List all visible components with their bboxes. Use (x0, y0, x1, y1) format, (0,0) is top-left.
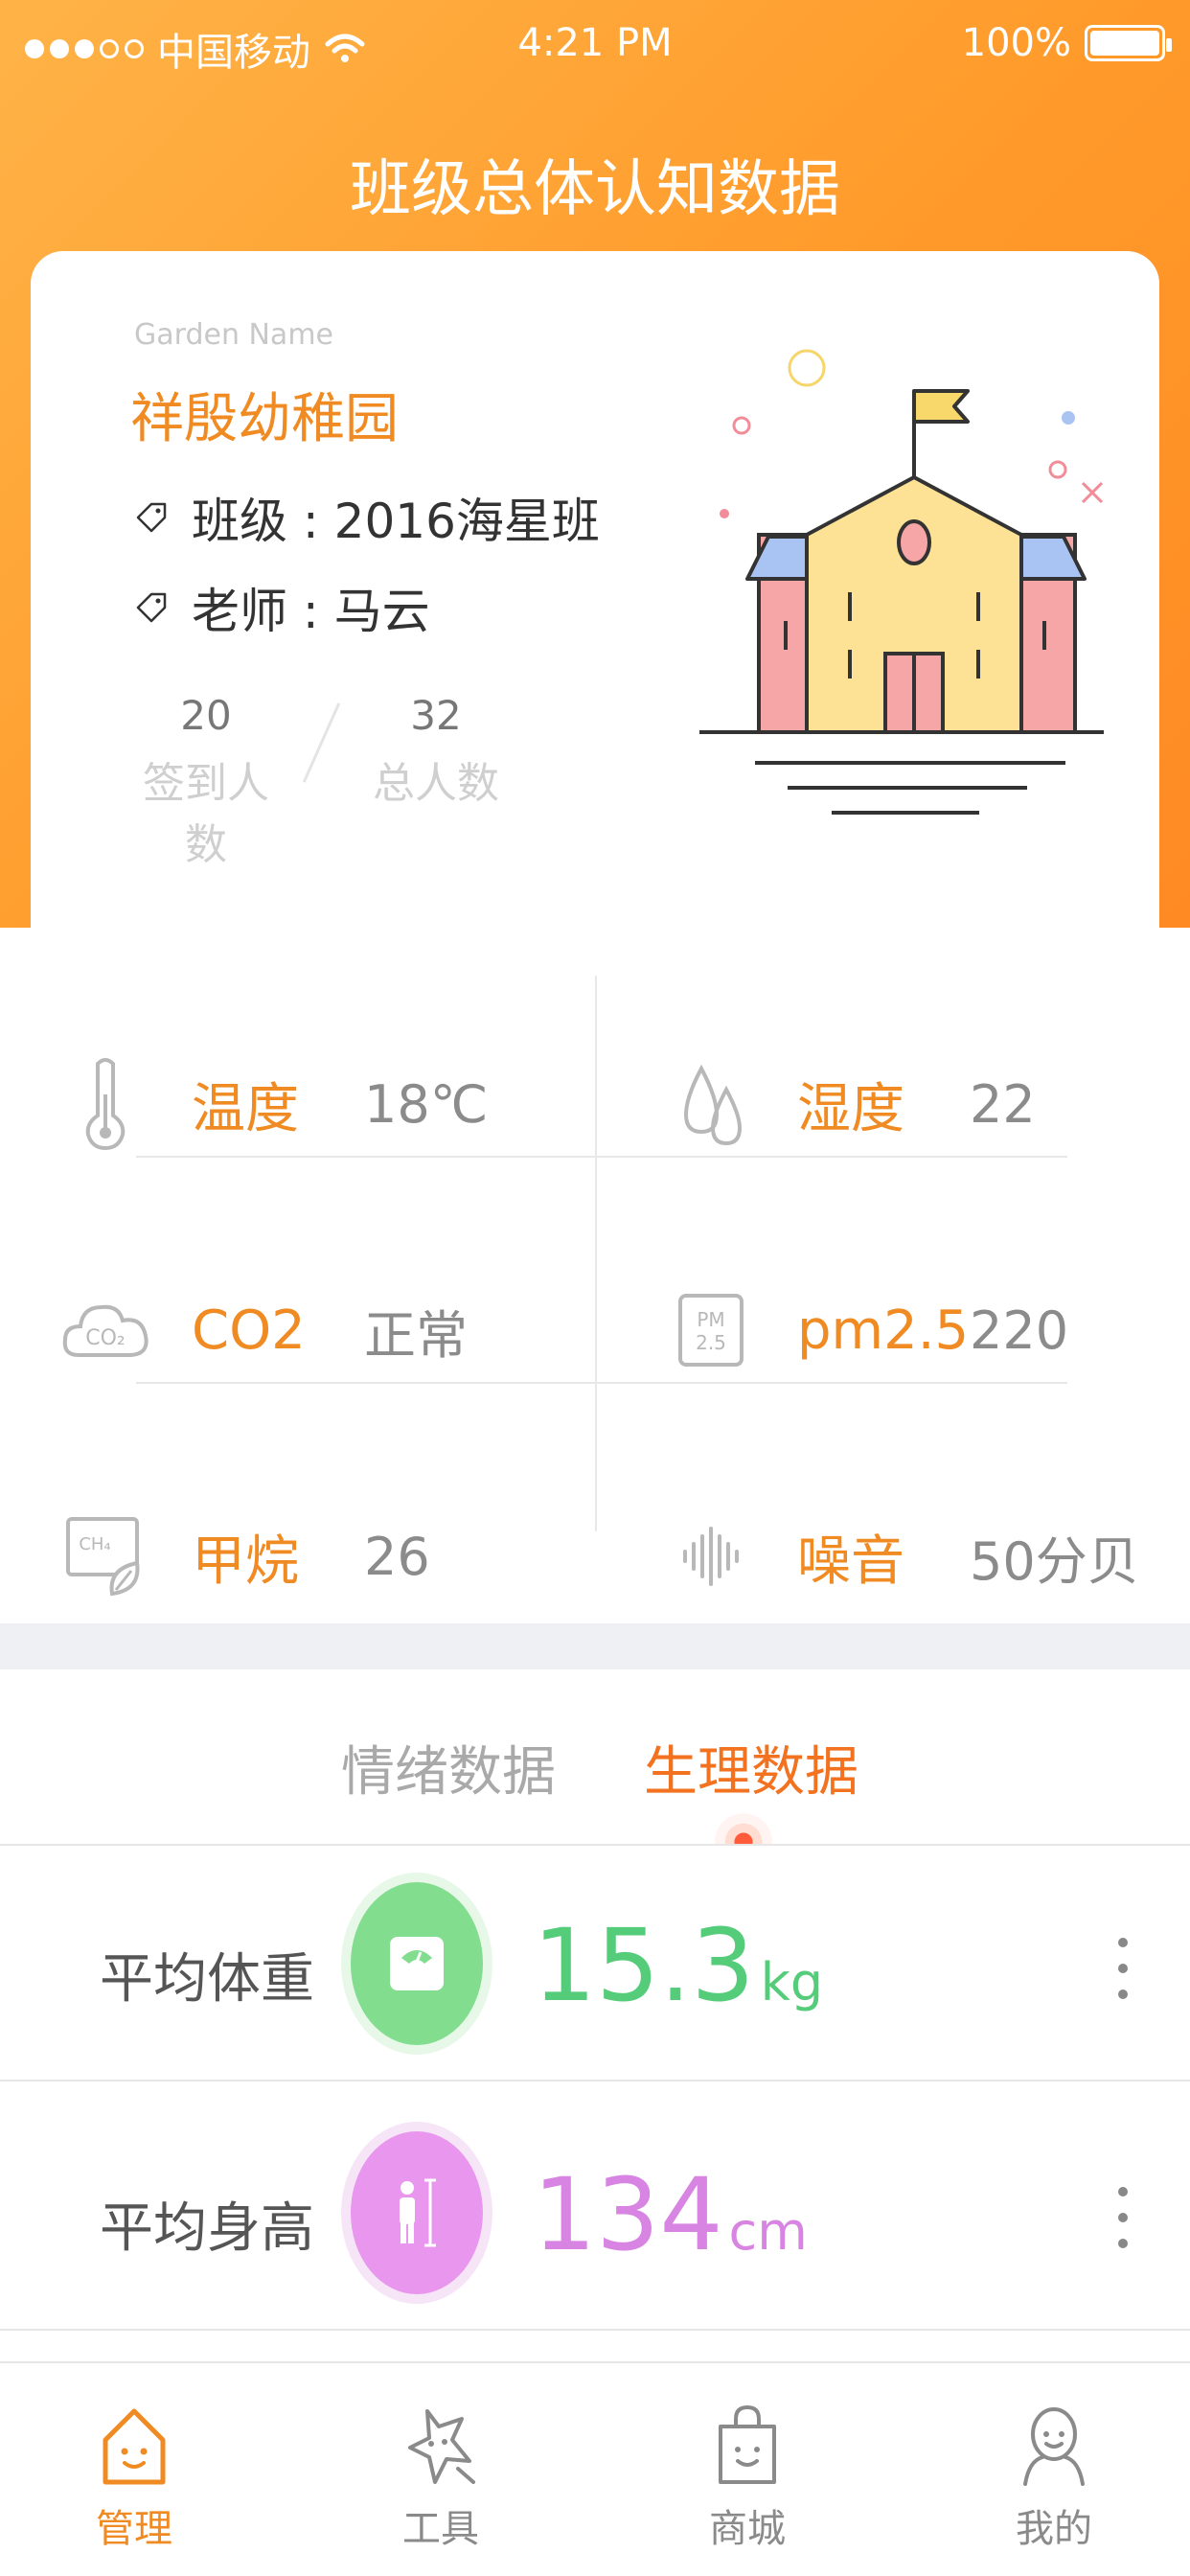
data-tabs: 情绪数据 生理数据 (0, 1669, 1190, 1871)
env-label: CO2 (192, 1299, 306, 1362)
total-count: 32 总人数 (364, 692, 508, 810)
tab-shop[interactable]: 商城 (652, 2402, 843, 2553)
env-label: 甲烷 (192, 1530, 299, 1593)
metric-value: 134 cm (533, 2156, 808, 2273)
thermometer-icon (57, 1056, 153, 1152)
env-value: 18℃ (364, 1073, 489, 1135)
tab-label: 商城 (709, 2507, 786, 2551)
env-pm25[interactable]: PM 2.5 pm2.5 220 (663, 1273, 1068, 1388)
grid-divider-vertical (595, 976, 597, 1531)
page-title: 班级总体认知数据 (350, 154, 840, 225)
env-value: 22 (970, 1073, 1036, 1135)
co2-cloud-icon: CO₂ (57, 1282, 153, 1378)
metric-icon-badge (341, 2122, 492, 2304)
tab-manage[interactable]: 管理 (38, 2402, 230, 2553)
env-co2[interactable]: CO₂ CO2 正常 (57, 1273, 468, 1388)
methane-icon: CH₄ (57, 1508, 153, 1604)
scale-icon (390, 1937, 444, 1990)
teacher-info: 老师 : 马云 (134, 573, 430, 642)
env-methane[interactable]: CH₄ 甲烷 26 (57, 1499, 430, 1614)
environment-grid: 温度 18℃ 湿度 22 CO₂ CO2 正常 PM2.5 pm2.5 220 (0, 928, 1190, 1623)
env-label: 温度 (192, 1077, 299, 1140)
bottom-tab-bar: 管理 工具 商城 我的 (0, 2361, 1190, 2576)
status-right: 100% (961, 21, 1172, 65)
env-value: 26 (364, 1526, 430, 1587)
env-temperature[interactable]: 温度 18℃ (57, 1046, 488, 1162)
garden-caption: Garden Name (134, 318, 333, 352)
garden-card: Garden Name 祥殷幼稚园 班级 : 2016海星班 老师 : 马云 2… (31, 251, 1159, 928)
status-bar: 中国移动 4:21 PM 100% (0, 0, 1190, 92)
tag-icon (136, 502, 167, 533)
home-icon (103, 2408, 166, 2485)
garden-name: 祥殷幼稚园 (130, 388, 399, 450)
svg-text:CH₄: CH₄ (79, 1534, 110, 1554)
height-ruler-icon (400, 2178, 436, 2247)
row-divider (0, 2329, 1190, 2331)
class-label: 班级 : 2016海星班 (192, 494, 600, 549)
tab-label: 我的 (1016, 2507, 1092, 2551)
env-label: pm2.5 (797, 1299, 970, 1362)
attendance-counts: 20 签到人数 32 总人数 (134, 692, 508, 871)
env-label: 湿度 (797, 1077, 904, 1140)
tab-mine[interactable]: 我的 (958, 2402, 1150, 2553)
teacher-label: 老师 : 马云 (192, 584, 430, 639)
tools-star-icon (408, 2409, 475, 2484)
checked-in-number: 20 (180, 692, 232, 739)
svg-text:CO₂: CO₂ (85, 1326, 126, 1350)
more-options-icon[interactable] (1115, 2187, 1131, 2248)
row-divider (0, 2080, 1190, 2082)
pm25-icon: PM 2.5 (663, 1282, 759, 1378)
env-value: 50分贝 (970, 1530, 1139, 1592)
water-drops-icon (663, 1056, 759, 1152)
metric-label: 平均身高 (100, 2197, 314, 2260)
metric-label: 平均体重 (100, 1948, 314, 2011)
env-value: 正常 (364, 1304, 468, 1366)
school-building-illustration (699, 349, 1104, 815)
profile-icon (1023, 2407, 1085, 2486)
env-label: 噪音 (797, 1530, 904, 1593)
total-number: 32 (410, 692, 462, 739)
class-info: 班级 : 2016海星班 (134, 483, 600, 552)
app-screen: 中国移动 4:21 PM 100% 班级总体认知数据 Garden Name 祥… (0, 0, 1190, 2576)
tab-tools[interactable]: 工具 (345, 2402, 537, 2553)
section-separator (0, 1623, 1190, 1669)
env-humidity[interactable]: 湿度 22 (663, 1046, 1036, 1162)
svg-text:2.5: 2.5 (696, 1331, 726, 1354)
svg-text:PM: PM (697, 1308, 724, 1331)
metric-row-weight[interactable]: 平均体重 15.3 kg (0, 1846, 1190, 2082)
metric-number: 134 (533, 2156, 723, 2273)
metric-unit: cm (728, 2201, 808, 2262)
tag-icon (136, 592, 167, 623)
metric-row-height[interactable]: 平均身高 134 cm (0, 2095, 1190, 2331)
tab-label: 工具 (402, 2507, 479, 2551)
env-noise[interactable]: 噪音 50分贝 (663, 1499, 1139, 1614)
tab-physiology-data[interactable]: 生理数据 (644, 1729, 858, 1806)
env-value: 220 (970, 1300, 1069, 1361)
metric-number: 15.3 (533, 1907, 755, 2024)
tab-label: 管理 (96, 2507, 172, 2551)
total-label: 总人数 (373, 759, 499, 808)
count-divider (278, 692, 364, 797)
battery-icon (1085, 25, 1172, 61)
battery-percent: 100% (961, 21, 1071, 65)
sound-wave-icon (663, 1508, 759, 1604)
metric-value: 15.3 kg (533, 1907, 823, 2024)
metric-unit: kg (760, 1952, 824, 2012)
more-options-icon[interactable] (1115, 1938, 1131, 1999)
checked-in-label: 签到人数 (143, 759, 269, 869)
metric-icon-badge (341, 1873, 492, 2055)
tab-emotion-data[interactable]: 情绪数据 (341, 1729, 556, 1806)
checked-in-count: 20 签到人数 (134, 692, 278, 871)
shopping-bag-icon (719, 2404, 776, 2484)
